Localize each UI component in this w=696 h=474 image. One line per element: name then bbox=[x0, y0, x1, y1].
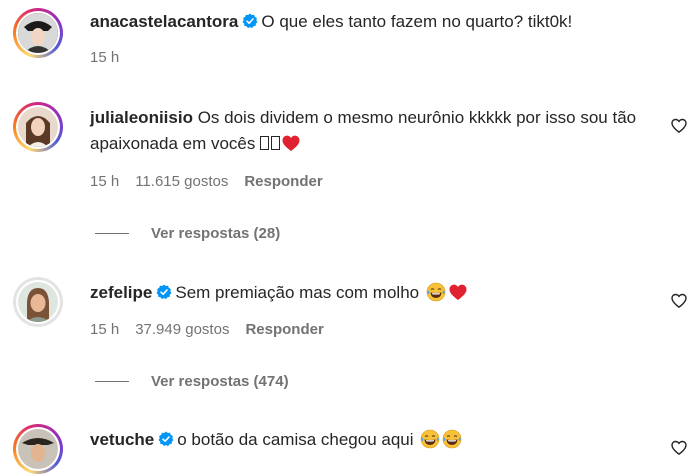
divider bbox=[95, 233, 129, 234]
avatar[interactable] bbox=[13, 277, 63, 327]
comment-line: anacastelacantora O que eles tanto fazem … bbox=[90, 9, 656, 35]
verified-badge-icon bbox=[242, 13, 258, 29]
comment-username[interactable]: vetuche bbox=[90, 430, 154, 449]
comment-line: julialeoniisio Os dois dividem o mesmo n… bbox=[90, 105, 650, 157]
comment-time[interactable]: 15 h bbox=[90, 173, 119, 190]
like-heart-icon[interactable] bbox=[671, 293, 687, 309]
unsupported-emoji-glyph bbox=[260, 134, 282, 153]
comment-text: Sem premiação mas com molho bbox=[175, 283, 420, 302]
view-replies-button[interactable]: Ver respostas (28) bbox=[95, 225, 280, 242]
comment-line: zefelipe Sem premiação mas com molho bbox=[90, 280, 656, 306]
comment-line: vetuche o botão da camisa chegou aqui bbox=[90, 427, 656, 453]
red-heart-emoji-icon bbox=[282, 135, 300, 151]
comment-time[interactable]: 15 h bbox=[90, 49, 119, 66]
comment-username[interactable]: julialeoniisio bbox=[90, 108, 193, 127]
comment-meta: 15 h bbox=[90, 49, 119, 66]
verified-badge-icon bbox=[158, 431, 174, 447]
laughing-tears-emoji-icon bbox=[442, 429, 462, 449]
verified-badge-icon bbox=[156, 284, 172, 300]
avatar[interactable] bbox=[13, 424, 63, 474]
like-heart-icon[interactable] bbox=[671, 440, 687, 456]
avatar[interactable] bbox=[13, 102, 63, 152]
divider bbox=[95, 381, 129, 382]
like-heart-icon[interactable] bbox=[671, 118, 687, 134]
reply-button[interactable]: Responder bbox=[244, 173, 322, 190]
view-replies-label: Ver respostas (28) bbox=[151, 225, 281, 242]
laughing-tears-emoji-icon bbox=[426, 282, 446, 302]
avatar[interactable] bbox=[13, 8, 63, 58]
view-replies-button[interactable]: Ver respostas (474) bbox=[95, 373, 289, 390]
comment-text: o botão da camisa chegou aqui bbox=[177, 430, 414, 449]
comment-username[interactable]: zefelipe bbox=[90, 283, 152, 302]
laughing-tears-emoji-icon bbox=[420, 429, 440, 449]
view-replies-label: Ver respostas (474) bbox=[151, 373, 289, 390]
like-count[interactable]: 37.949 gostos bbox=[135, 321, 229, 338]
comment-username[interactable]: anacastelacantora bbox=[90, 12, 238, 31]
like-count[interactable]: 11.615 gostos bbox=[135, 173, 228, 190]
red-heart-emoji-icon bbox=[449, 284, 467, 300]
reply-button[interactable]: Responder bbox=[245, 321, 323, 338]
comment-meta: 15 h 11.615 gostos Responder bbox=[90, 173, 323, 190]
comment-meta: 15 h 37.949 gostos Responder bbox=[90, 321, 324, 338]
comment-text: O que eles tanto fazem no quarto? tikt0k… bbox=[261, 12, 573, 31]
comment-time[interactable]: 15 h bbox=[90, 321, 119, 338]
